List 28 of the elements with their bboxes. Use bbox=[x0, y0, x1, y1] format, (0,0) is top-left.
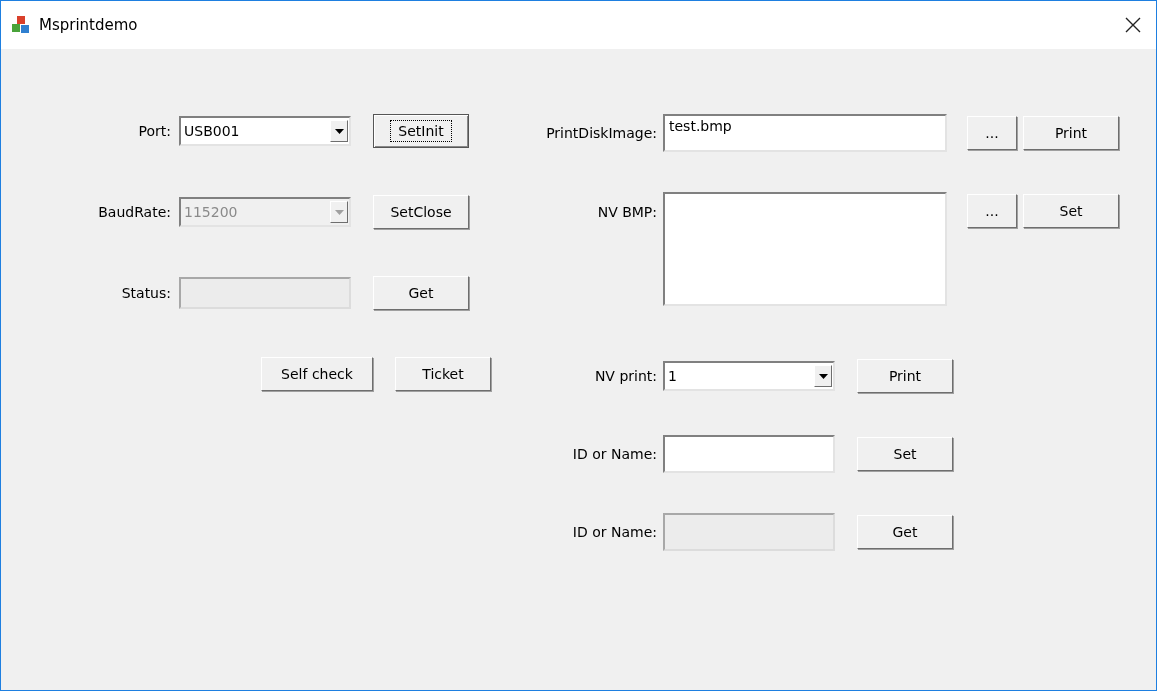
field-label: Port: bbox=[137, 123, 171, 139]
window-title: Msprintdemo bbox=[39, 16, 139, 34]
field-label: ID or Name: bbox=[571, 446, 657, 462]
field-label: Status: bbox=[120, 285, 171, 301]
text-area[interactable] bbox=[663, 192, 947, 306]
field-label: BaudRate: bbox=[97, 204, 171, 220]
field-label: ID or Name: bbox=[571, 524, 657, 540]
push-button[interactable]: Set bbox=[857, 437, 953, 471]
push-button[interactable]: Self check bbox=[261, 357, 373, 391]
push-button[interactable]: ... bbox=[967, 194, 1017, 228]
push-button[interactable]: SetInit bbox=[373, 114, 469, 148]
push-button[interactable]: Print bbox=[857, 359, 953, 393]
push-button[interactable]: ... bbox=[967, 116, 1017, 150]
input-field[interactable] bbox=[663, 435, 835, 473]
app-icon bbox=[11, 15, 31, 35]
caret-icon bbox=[334, 209, 344, 215]
caret-icon bbox=[818, 373, 828, 379]
field-label: NV BMP: bbox=[596, 204, 657, 220]
input-field[interactable]: test.bmp bbox=[663, 114, 947, 152]
push-button[interactable]: Print bbox=[1023, 116, 1119, 150]
caret-icon bbox=[334, 128, 344, 134]
dropdown[interactable]: USB001 bbox=[179, 116, 351, 146]
field-label: NV print: bbox=[593, 368, 657, 384]
field-label: PrintDiskImage: bbox=[545, 125, 657, 141]
push-button[interactable]: Ticket bbox=[395, 357, 491, 391]
close-icon[interactable] bbox=[1124, 16, 1142, 34]
push-button[interactable]: Set bbox=[1023, 194, 1119, 228]
dropdown[interactable]: 1 bbox=[663, 361, 835, 391]
